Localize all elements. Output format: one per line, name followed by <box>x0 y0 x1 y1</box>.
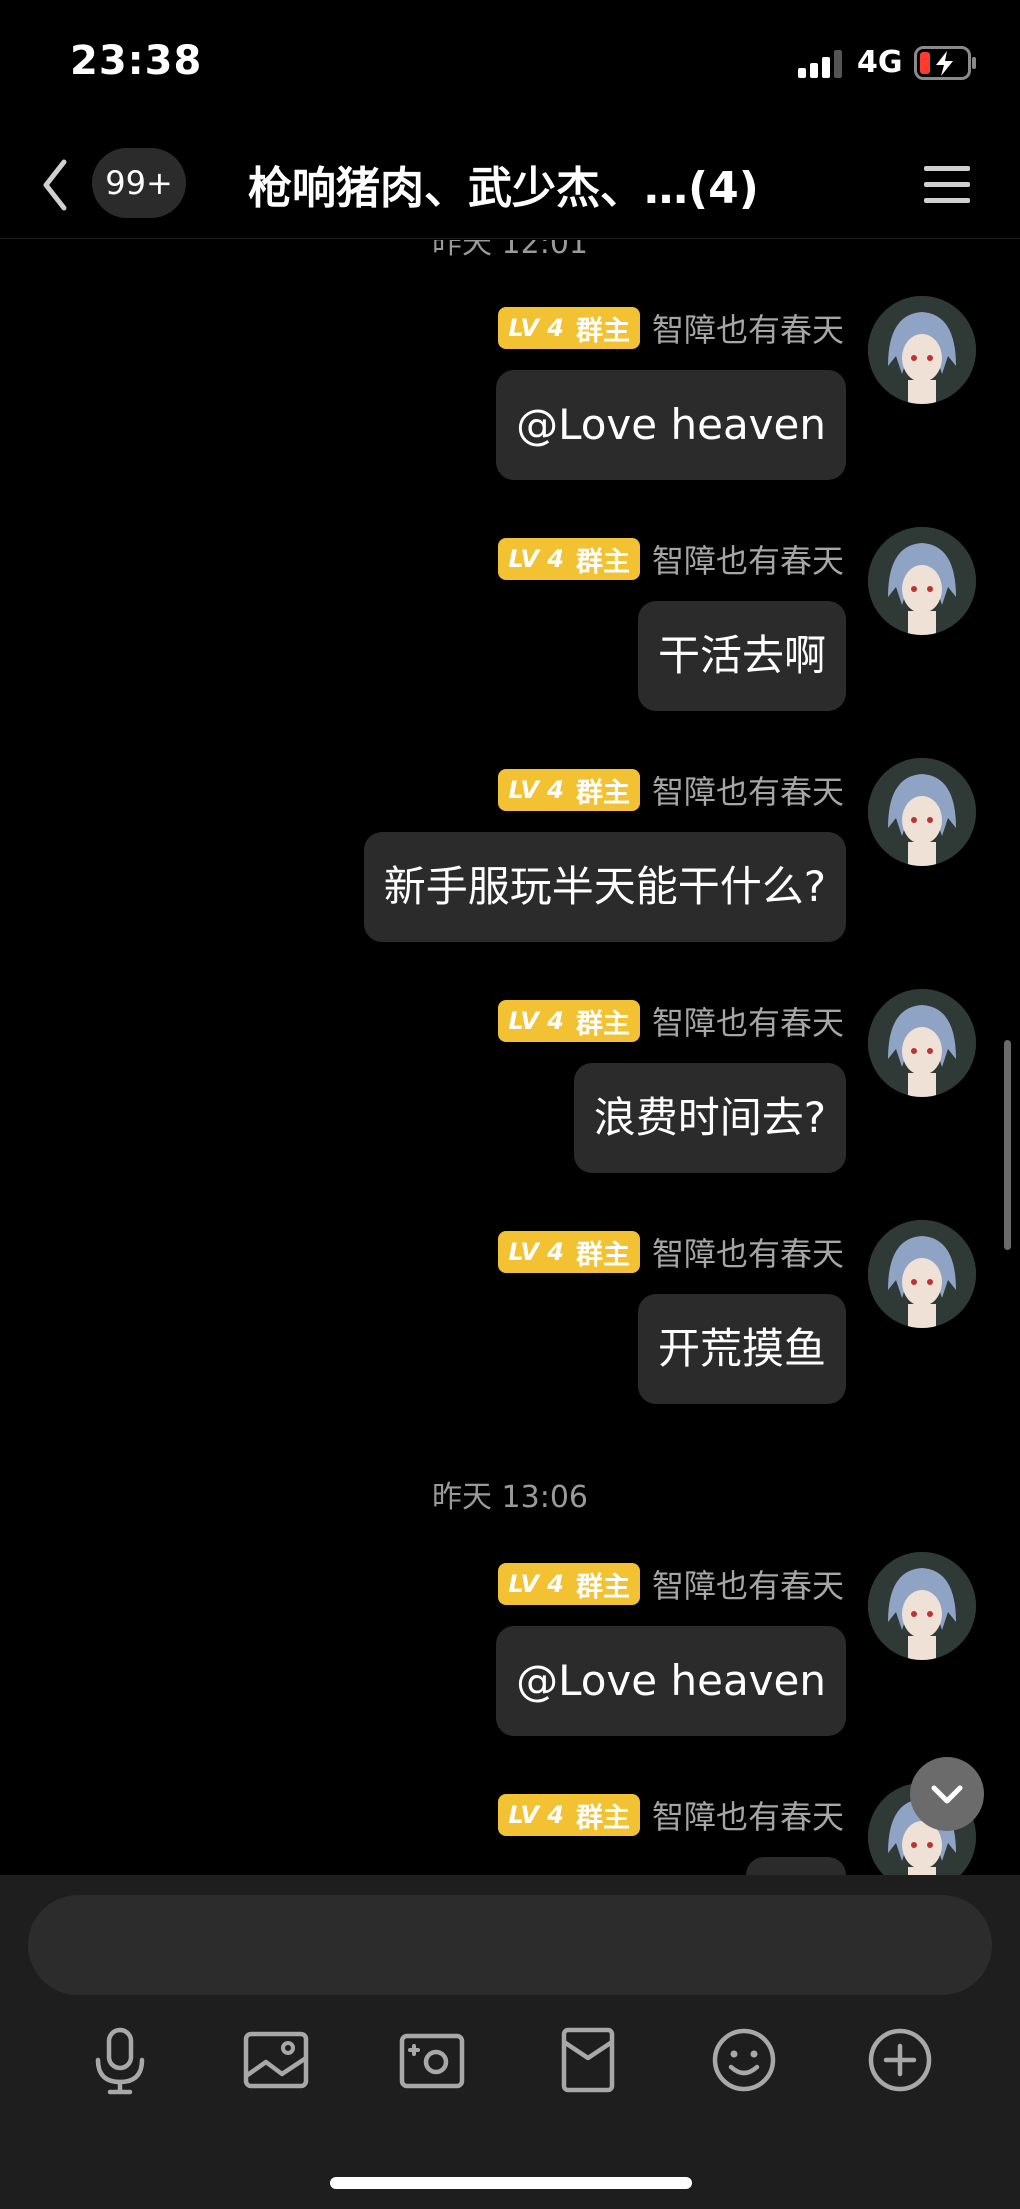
image-icon <box>243 2031 309 2089</box>
avatar[interactable] <box>868 1220 976 1328</box>
emoji-button[interactable] <box>704 2020 784 2100</box>
sender-name[interactable]: 智障也有春天 <box>652 1792 844 1838</box>
message-bubble[interactable]: @Love heaven <box>496 370 846 480</box>
message-bubble[interactable] <box>746 1857 846 1875</box>
menu-button[interactable] <box>920 158 978 210</box>
avatar[interactable] <box>868 296 976 404</box>
message-meta: LV 4 群主 智障也有春天 <box>498 306 844 350</box>
red-packet-icon <box>561 2027 615 2093</box>
level-badge: LV 4 群主 <box>498 1563 640 1605</box>
message-meta: LV 4 群主 智障也有春天 <box>498 1793 844 1837</box>
level-badge: LV 4 群主 <box>498 538 640 580</box>
sender-name[interactable]: 智障也有春天 <box>652 1561 844 1607</box>
sender-name[interactable]: 智障也有春天 <box>652 305 844 351</box>
message-list[interactable]: 昨天 12:01 LV 4 群主 智障也有春天 @Love heaven LV 4… <box>0 240 1020 1875</box>
avatar[interactable] <box>868 758 976 866</box>
input-panel <box>0 1875 1020 2209</box>
sender-name[interactable]: 智障也有春天 <box>652 536 844 582</box>
level-badge: LV 4 群主 <box>498 1794 640 1836</box>
avatar[interactable] <box>868 1552 976 1660</box>
battery-icon <box>914 46 978 80</box>
chevron-down-icon <box>931 1785 963 1804</box>
message-meta: LV 4 群主 智障也有春天 <box>498 1562 844 1606</box>
message-meta: LV 4 群主 智障也有春天 <box>498 1230 844 1274</box>
network-label: 4G <box>857 45 903 80</box>
scrollbar[interactable] <box>1004 1040 1011 1250</box>
red-packet-button[interactable] <box>548 2020 628 2100</box>
chat-title[interactable]: 枪响猪肉、武少杰、…(4) <box>248 152 808 216</box>
message-bubble[interactable]: 新手服玩半天能干什么? <box>363 832 846 942</box>
status-time: 23:38 <box>70 38 203 84</box>
back-button[interactable] <box>36 150 76 220</box>
message-bubble[interactable]: 开荒摸鱼 <box>637 1294 846 1404</box>
signal-icon <box>798 50 844 78</box>
message-input[interactable] <box>28 1895 992 1995</box>
message-bubble[interactable]: @Love heaven <box>496 1626 846 1736</box>
chevron-left-icon <box>43 159 67 211</box>
status-bar: 23:38 4G <box>0 0 1020 130</box>
avatar[interactable] <box>868 989 976 1097</box>
message-meta: LV 4 群主 智障也有春天 <box>498 768 844 812</box>
level-badge: LV 4 群主 <box>498 1231 640 1273</box>
timestamp: 昨天 12:01 <box>432 240 588 261</box>
camera-icon <box>399 2033 465 2089</box>
level-badge: LV 4 群主 <box>498 769 640 811</box>
chat-header: 99+ 枪响猪肉、武少杰、…(4) <box>0 130 1020 240</box>
microphone-button[interactable] <box>80 2020 160 2100</box>
message-meta: LV 4 群主 智障也有春天 <box>498 537 844 581</box>
image-button[interactable] <box>236 2020 316 2100</box>
plus-button[interactable] <box>860 2020 940 2100</box>
level-badge: LV 4 群主 <box>498 307 640 349</box>
camera-button[interactable] <box>392 2020 472 2100</box>
message-meta: LV 4 群主 智障也有春天 <box>498 999 844 1043</box>
level-badge: LV 4 群主 <box>498 1000 640 1042</box>
microphone-icon <box>95 2027 145 2095</box>
plus-icon <box>868 2028 932 2092</box>
header-divider <box>0 238 1020 239</box>
message-bubble[interactable]: 浪费时间去? <box>573 1063 846 1173</box>
message-bubble[interactable]: 干活去啊 <box>637 601 846 711</box>
scroll-to-bottom-button[interactable] <box>910 1757 984 1831</box>
unread-count-badge[interactable]: 99+ <box>92 148 186 218</box>
timestamp: 昨天 13:06 <box>432 1480 588 1515</box>
sender-name[interactable]: 智障也有春天 <box>652 998 844 1044</box>
emoji-icon <box>712 2028 776 2092</box>
avatar[interactable] <box>868 527 976 635</box>
sender-name[interactable]: 智障也有春天 <box>652 767 844 813</box>
home-indicator[interactable] <box>330 2177 692 2189</box>
sender-name[interactable]: 智障也有春天 <box>652 1229 844 1275</box>
